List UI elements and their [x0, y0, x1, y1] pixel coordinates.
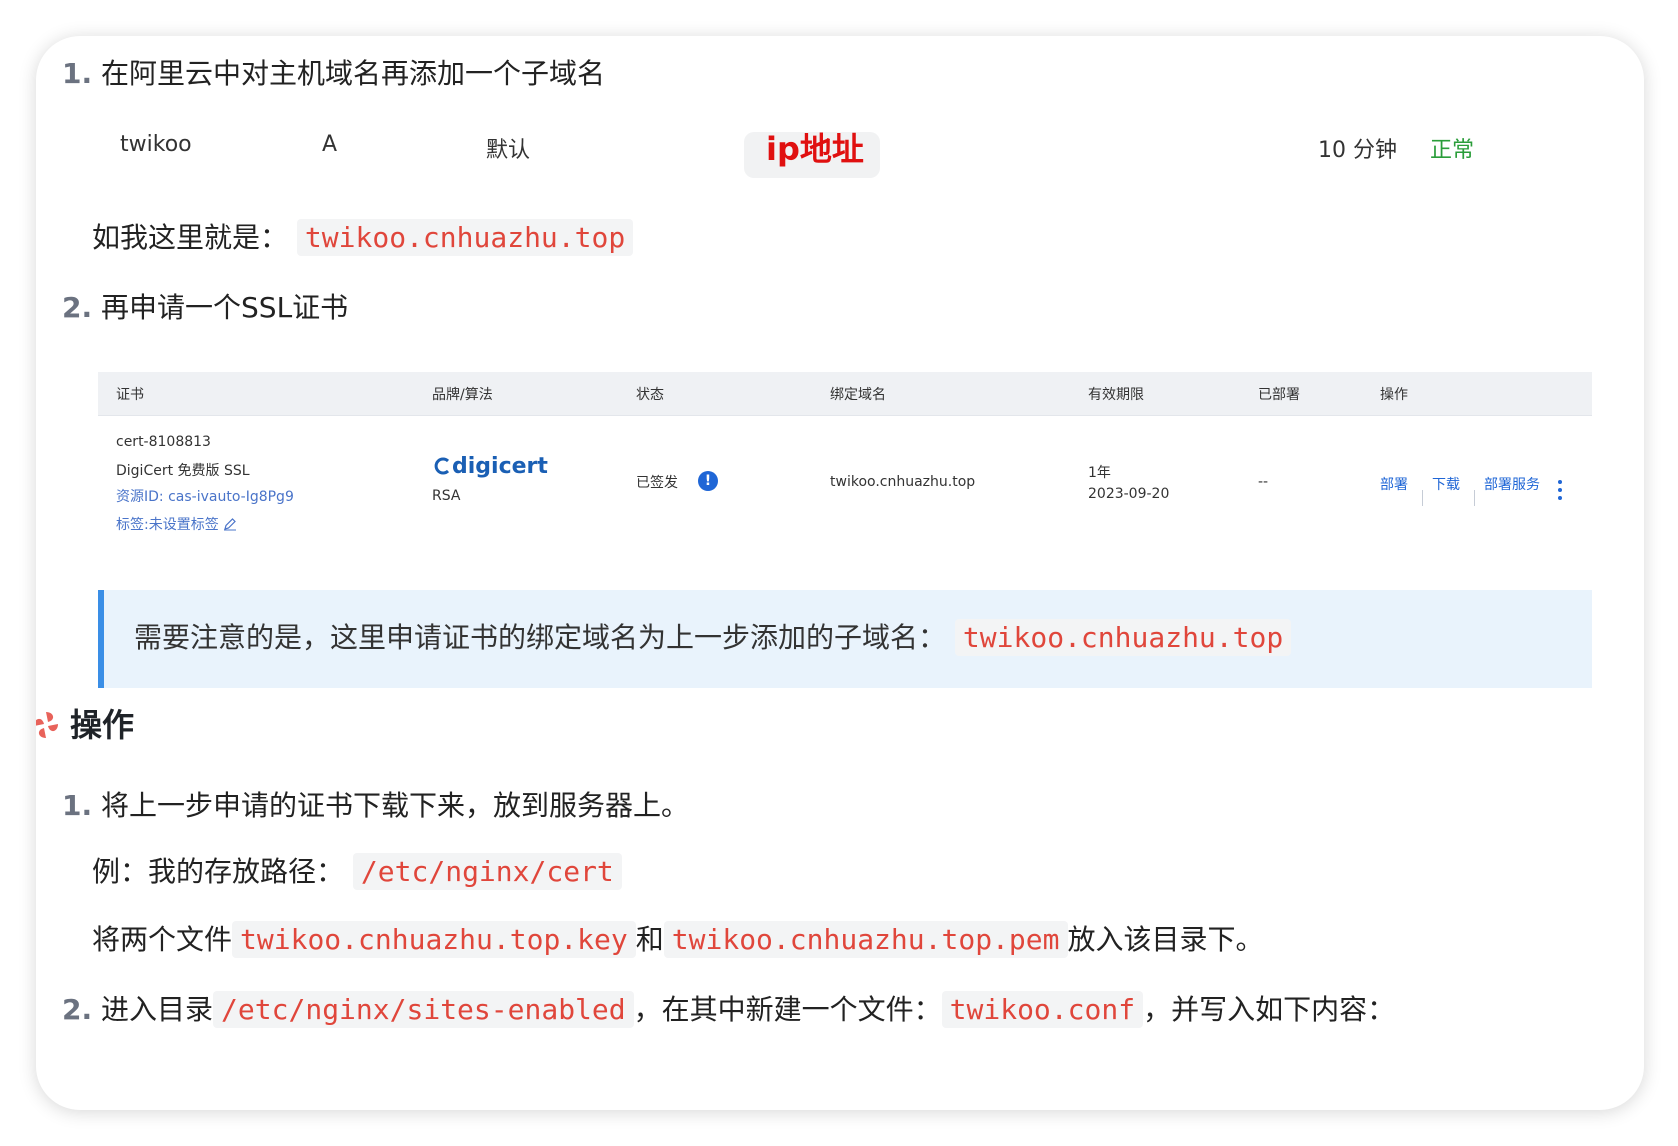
table-header: 证书 品牌/算法 状态 绑定域名 有效期限 已部署 操作: [98, 372, 1592, 416]
note-callout: 需要注意的是，这里申请证书的绑定域名为上一步添加的子域名： twikoo.cnh…: [98, 590, 1592, 688]
step-text: 在阿里云中对主机域名再添加一个子域名: [101, 57, 606, 90]
heading-pinwheel-icon: [36, 712, 58, 738]
tag-text: 标签:未设置标签: [116, 517, 219, 533]
example-line: 如我这里就是： twikoo.cnhuazhu.top: [92, 218, 634, 258]
ops-step-2: 2. 进入目录/etc/nginx/sites-enabled ，在其中新建一个文…: [62, 990, 1395, 1030]
ops-step-1: 1. 将上一步申请的证书下载下来，放到服务器上。: [62, 786, 689, 826]
inline-code: twikoo.cnhuazhu.top: [954, 619, 1292, 656]
brand-logo: digicert: [432, 454, 548, 479]
inline-code: /etc/nginx/sites-enabled: [213, 991, 634, 1028]
files-mid: 和: [635, 923, 664, 956]
dns-line: 默认: [486, 138, 531, 163]
step-number: 2.: [62, 291, 93, 324]
inline-code: twikoo.cnhuazhu.top.key: [232, 921, 636, 958]
step-text: 将上一步申请的证书下载下来，放到服务器上。: [101, 789, 690, 822]
cert-name: DigiCert 免费版 SSL: [116, 463, 250, 479]
document-card: 1. 在阿里云中对主机域名再添加一个子域名 twikoo A 默认 ip地址 1…: [36, 36, 1644, 1110]
files-suffix: 放入该目录下。: [1067, 923, 1264, 956]
divider: [1422, 490, 1423, 506]
step-text: 再申请一个SSL证书: [101, 291, 349, 324]
step-number: 2.: [62, 993, 93, 1026]
files-line: 将两个文件 twikoo.cnhuazhu.top.key 和 twikoo.cnhu…: [92, 920, 1264, 960]
deployed-value: --: [1258, 474, 1269, 490]
validity-date: 2023-09-20: [1088, 486, 1170, 502]
step2-mid: ，在其中新建一个文件：: [633, 993, 942, 1026]
tag-link[interactable]: 标签:未设置标签: [116, 514, 237, 534]
dns-ttl: 10 分钟: [1318, 138, 1397, 163]
path-line: 例：我的存放路径： /etc/nginx/cert: [92, 852, 622, 892]
deploy-service-link[interactable]: 部署服务: [1484, 474, 1540, 494]
col-domain: 绑定域名: [830, 387, 886, 403]
section-title: 操作: [70, 706, 135, 744]
step2-suffix: ，并写入如下内容：: [1143, 993, 1396, 1026]
callout-line: 需要注意的是，这里申请证书的绑定域名为上一步添加的子域名： twikoo.cnh…: [134, 618, 1292, 658]
example-prefix: 如我这里就是：: [92, 221, 289, 254]
col-deployed: 已部署: [1258, 387, 1300, 403]
bound-domain: twikoo.cnhuazhu.top: [830, 474, 976, 490]
step-2: 2. 再申请一个SSL证书: [62, 288, 348, 328]
cert-id: cert-8108813: [116, 434, 211, 450]
col-actions: 操作: [1380, 387, 1408, 403]
col-state: 状态: [636, 387, 664, 403]
cert-state: 已签发: [636, 475, 678, 491]
resource-id: 资源ID: cas-ivauto-Ig8Pg9: [116, 489, 294, 505]
col-cert: 证书: [116, 387, 144, 403]
download-link[interactable]: 下载: [1432, 474, 1460, 494]
edit-icon[interactable]: [223, 517, 237, 531]
col-validity: 有效期限: [1088, 387, 1144, 403]
dns-status: 正常: [1430, 138, 1475, 163]
step2-prefix: 进入目录: [101, 993, 214, 1026]
dns-value: ip地址: [766, 130, 864, 168]
inline-code: /etc/nginx/cert: [352, 853, 622, 890]
validity-period: 1年: [1088, 465, 1111, 481]
col-brand: 品牌/算法: [432, 387, 493, 403]
step-1: 1. 在阿里云中对主机域名再添加一个子域名: [62, 54, 605, 94]
callout-text: 需要注意的是，这里申请证书的绑定域名为上一步添加的子域名：: [134, 621, 947, 654]
digicert-logo-icon: [434, 457, 450, 475]
step-number: 1.: [62, 57, 93, 90]
inline-code: twikoo.cnhuazhu.top: [296, 219, 634, 256]
divider: [1474, 490, 1475, 506]
files-prefix: 将两个文件: [92, 923, 233, 956]
inline-code: twikoo.cnhuazhu.top.pem: [663, 921, 1068, 958]
path-prefix: 例：我的存放路径：: [92, 855, 345, 888]
info-alert-icon[interactable]: !: [698, 471, 718, 491]
dns-host: twikoo: [120, 132, 192, 157]
brand-name: digicert: [452, 454, 548, 479]
more-actions-icon[interactable]: [1558, 480, 1564, 504]
step-number: 1.: [62, 789, 93, 822]
inline-code: twikoo.conf: [941, 991, 1144, 1028]
algorithm: RSA: [432, 488, 461, 504]
deploy-link[interactable]: 部署: [1380, 474, 1408, 494]
certificate-table: 证书 品牌/算法 状态 绑定域名 有效期限 已部署 操作 cert-810881…: [98, 372, 1592, 564]
dns-type: A: [322, 132, 338, 157]
